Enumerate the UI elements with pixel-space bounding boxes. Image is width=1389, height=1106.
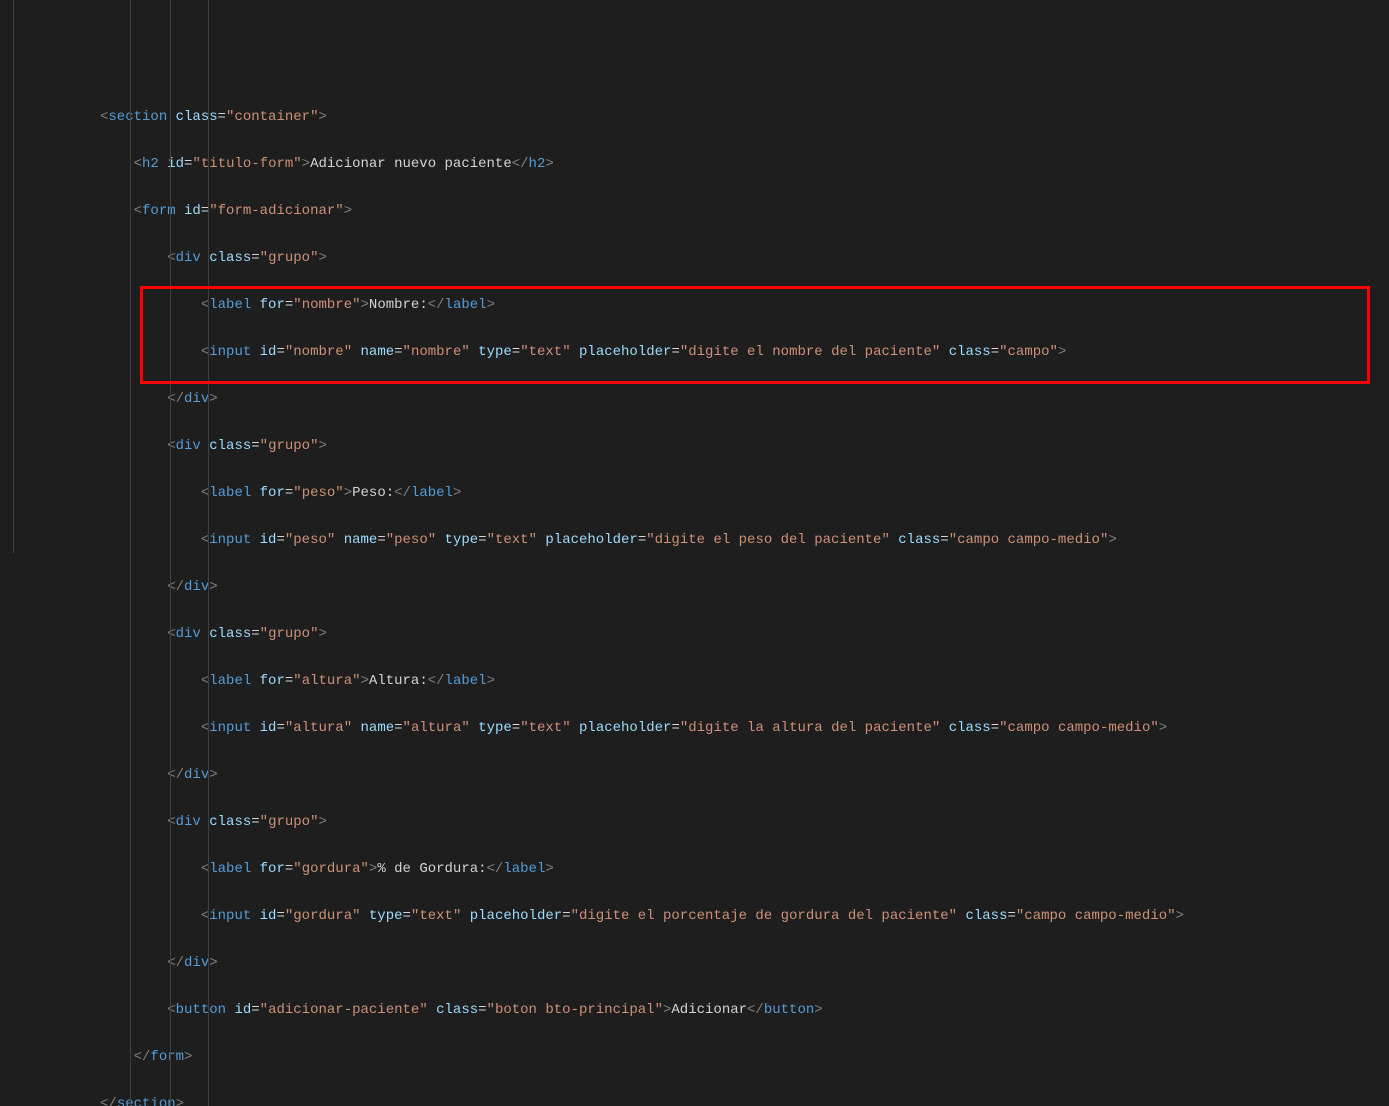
code-line[interactable]: <label for="nombre">Nombre:</label> [100,294,1389,318]
code-line[interactable]: <form id="form-adicionar"> [100,200,1389,224]
code-line[interactable]: <label for="gordura">% de Gordura:</labe… [100,858,1389,882]
code-line[interactable]: <label for="altura">Altura:</label> [100,670,1389,694]
code-line[interactable]: </div> [100,952,1389,976]
code-line[interactable]: <input id="nombre" name="nombre" type="t… [100,341,1389,365]
code-line[interactable]: <input id="peso" name="peso" type="text"… [100,529,1389,553]
code-line[interactable]: </section> [100,1093,1389,1106]
indent-guide [130,0,131,1106]
code-line[interactable]: </div> [100,764,1389,788]
code-line[interactable]: </div> [100,576,1389,600]
code-line[interactable]: <input id="gordura" type="text" placehol… [100,905,1389,929]
code-line[interactable]: <div class="grupo"> [100,435,1389,459]
code-line[interactable]: </div> [100,388,1389,412]
editor-gutter [0,0,30,553]
indent-guide [208,0,209,1106]
indent-guide [170,0,171,1106]
code-line[interactable]: <input id="altura" name="altura" type="t… [100,717,1389,741]
code-editor-content[interactable]: <section class="container"> <h2 id="titu… [30,0,1389,1106]
fold-indicator [13,0,14,553]
code-line[interactable]: <div class="grupo"> [100,811,1389,835]
code-line[interactable]: <button id="adicionar-paciente" class="b… [100,999,1389,1023]
code-line[interactable]: </form> [100,1046,1389,1070]
code-line[interactable]: <div class="grupo"> [100,623,1389,647]
code-line[interactable]: <div class="grupo"> [100,247,1389,271]
code-line[interactable]: <label for="peso">Peso:</label> [100,482,1389,506]
code-line[interactable]: <h2 id="titulo-form">Adicionar nuevo pac… [100,153,1389,177]
code-line[interactable]: <section class="container"> [100,106,1389,130]
